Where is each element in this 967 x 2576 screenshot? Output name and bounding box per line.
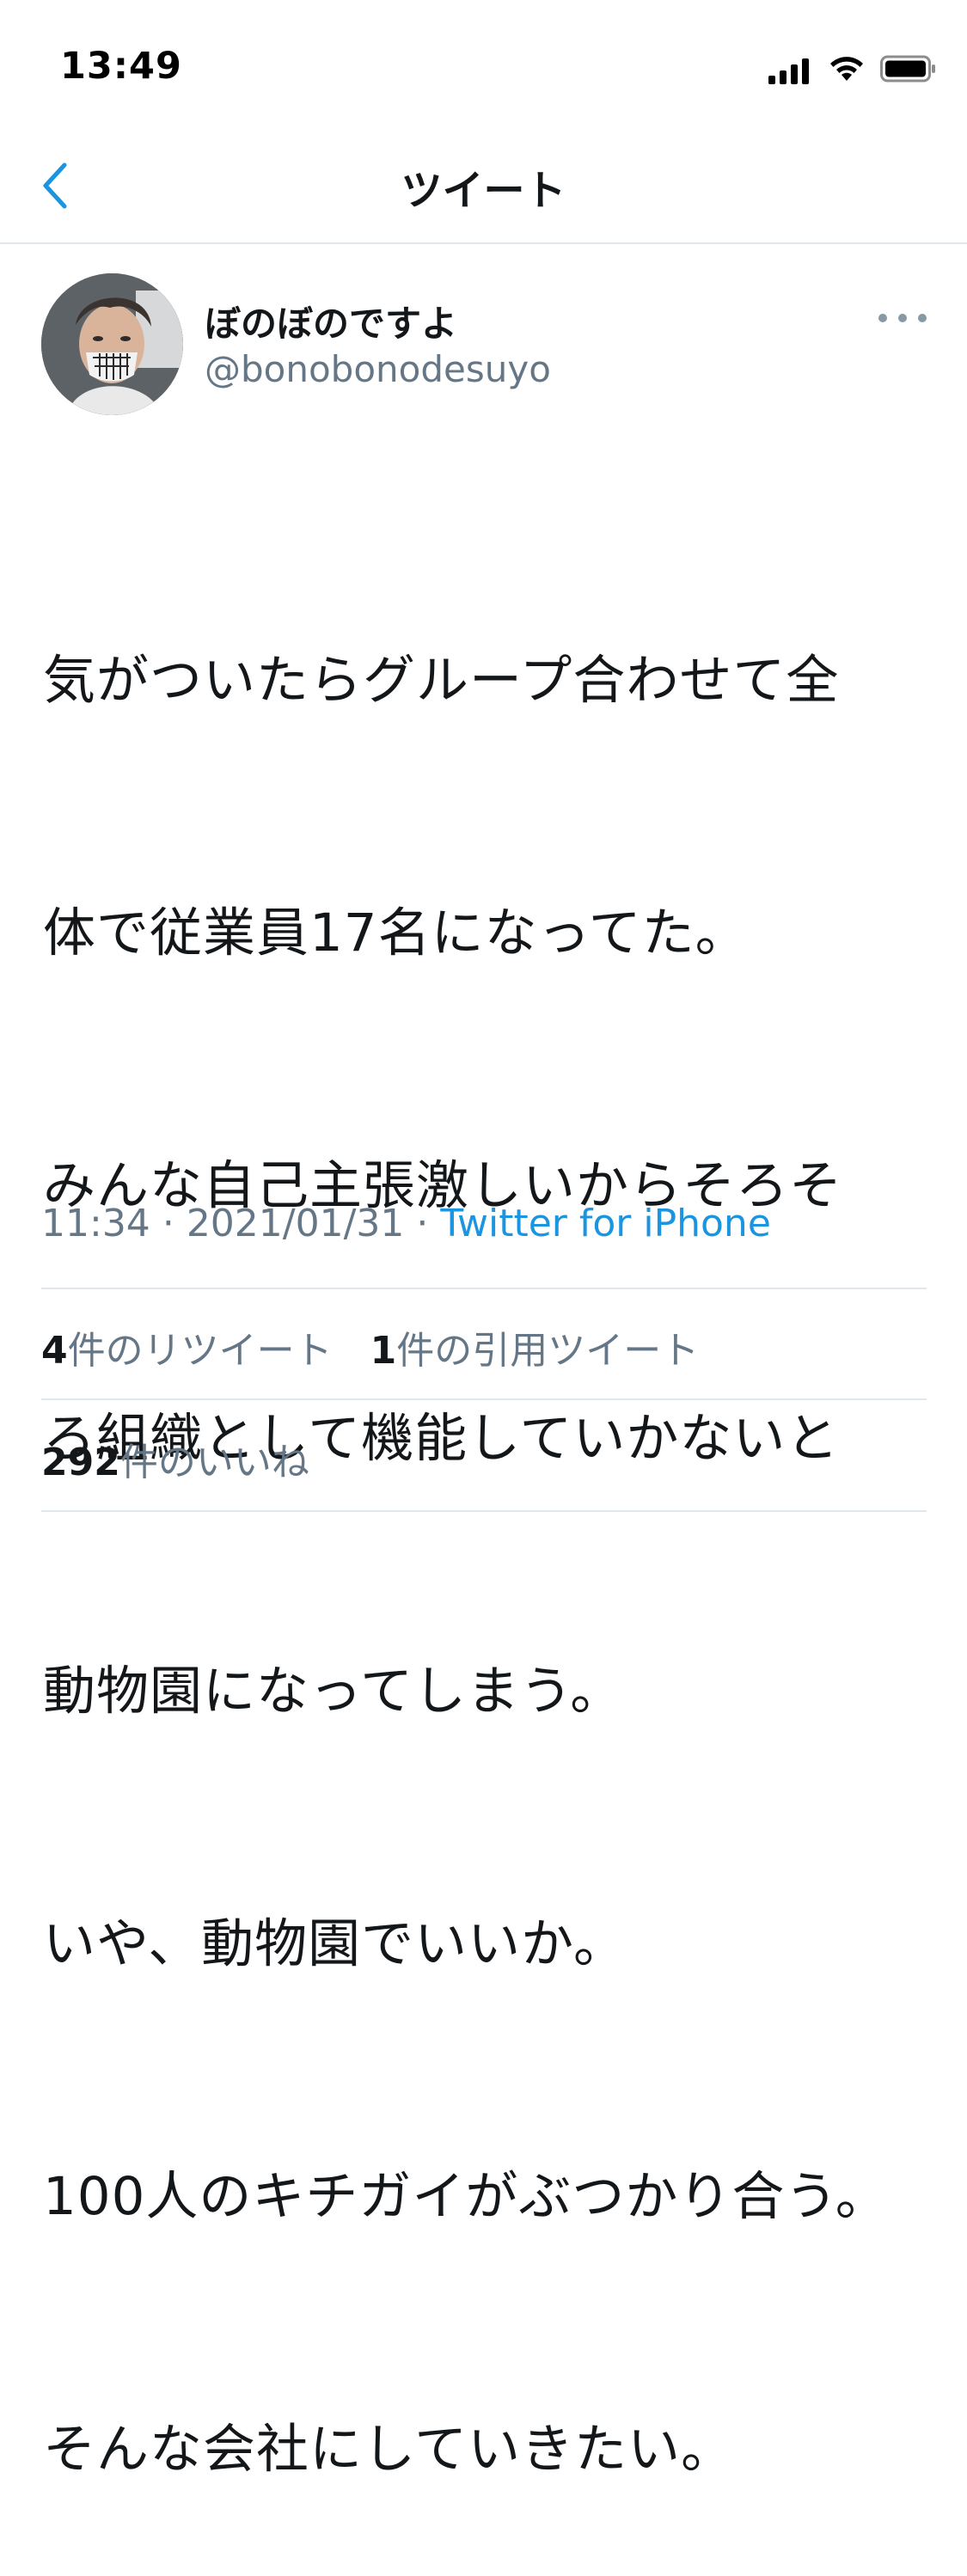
quote-tweets-link[interactable]: 1件の引用ツイート (370, 1329, 700, 1373)
meta-separator: · (416, 1202, 429, 1245)
tweet-text: 気がついたらグループ合わせて全 体で従業員17名になってた。 みんな自己主張激し… (43, 470, 928, 2576)
retweets-label: 件のリツイート (67, 1329, 333, 1373)
likes-link[interactable]: 292件のいいね (41, 1441, 309, 1484)
page-title: ツイート (401, 167, 566, 215)
tweet-meta: 11:34 · 2021/01/31 · Twitter for iPhone (41, 1202, 771, 1245)
status-icons (768, 53, 937, 88)
tweet-text-line: 動物園になってしまう。 (43, 1661, 624, 1722)
battery-icon (880, 55, 937, 86)
status-bar: 13:49 (0, 0, 967, 129)
likes-stats-row: 292件のいいね (41, 1431, 335, 1486)
tweet-source-link[interactable]: Twitter for iPhone (440, 1202, 770, 1245)
signal-icon (768, 57, 813, 84)
user-handle[interactable]: @bonobonodesuyo (205, 348, 551, 390)
tweet-text-line: 気がついたらグループ合わせて全 (43, 650, 840, 711)
avatar[interactable] (41, 273, 183, 415)
tweet-text-line: 100人のキチガイがぶつかり合う。 (43, 2166, 889, 2227)
retweet-stats-row: 4件のリツイート 1件の引用ツイート (41, 1319, 725, 1374)
more-horizontal-icon (878, 314, 887, 322)
nav-bar: ツイート (0, 129, 967, 244)
tweet-date: 2021/01/31 (186, 1202, 405, 1245)
quotes-count: 1 (370, 1329, 397, 1373)
wifi-icon (829, 55, 865, 86)
tweet-text-line: 体で従業員17名になってた。 (43, 903, 749, 964)
likes-label: 件のいいね (119, 1441, 309, 1484)
status-time: 13:49 (60, 45, 182, 88)
display-name[interactable]: ぼのぼのですよ (205, 295, 457, 347)
divider (41, 1510, 927, 1512)
divider (41, 1288, 927, 1289)
tweet-time: 11:34 (41, 1202, 150, 1245)
tweet-text-line: そんな会社にしていきたい。 (43, 2419, 735, 2480)
tweet-text-line: いや、動物園でいいか。 (43, 1913, 627, 1974)
retweets-link[interactable]: 4件のリツイート (41, 1329, 333, 1373)
more-options-button[interactable] (878, 301, 927, 335)
retweets-count: 4 (41, 1329, 68, 1373)
quotes-label: 件の引用ツイート (396, 1329, 700, 1373)
divider (41, 1398, 927, 1400)
meta-separator: · (162, 1202, 174, 1245)
likes-count: 292 (41, 1441, 120, 1484)
